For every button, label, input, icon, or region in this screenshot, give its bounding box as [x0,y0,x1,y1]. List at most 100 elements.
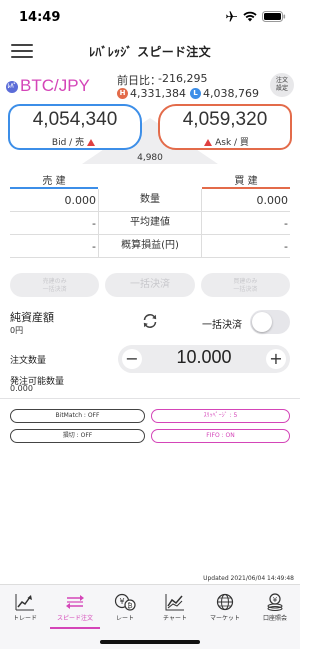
tab-account-label: 口座照会 [262,615,287,622]
refresh-icon[interactable] [141,312,159,330]
trend-chart-icon [15,594,34,611]
tab-speed-order[interactable]: スピード注文 [50,585,100,629]
row-label-average-price: 平均建値 [98,212,202,234]
buy-only-settle-button[interactable]: 買建のみ 一括決済 [200,273,290,297]
sell-position-header: 売 建 [10,172,98,189]
up-arrow-icon [87,139,96,146]
buy-estimated-pl: - [284,239,288,253]
bottom-tab-bar: トレード スピード注文 ¥ ₿ レート チャート マーケット ¥ 口座照会 [0,584,300,649]
home-indicator [100,640,200,644]
table-row: - 平均建値 - [10,212,290,235]
quantity-stepper: − 10.000 + [118,345,290,373]
status-icons [225,10,286,22]
buy-quantity: 0.000 [256,193,289,207]
bid-sell-button[interactable]: 4,054,340 Bid / 売 [8,104,142,150]
row-label-estimated-pl: 概算損益(円) [98,235,202,257]
speed-order-icon [66,595,84,609]
tab-chart[interactable]: チャート [150,585,200,629]
bulk-settle-row: 売建のみ 一括決済 一括決済 買建のみ 一括決済 [10,273,290,297]
ask-price: 4,059,320 [182,109,268,130]
currency-pair[interactable]: BTC/JPY [20,76,90,96]
sell-only-settle-button[interactable]: 売建のみ 一括決済 [10,273,100,297]
leverage-badge: ﾚﾊﾞ [6,81,18,93]
order-settings-button[interactable]: 注文 設定 [270,73,294,97]
header: ﾚﾊﾞﾚｯｼﾞ スピード注文 [0,34,300,68]
order-settings-label-2: 設定 [275,85,288,92]
bitmatch-setting-button[interactable]: BitMatch : OFF [10,409,145,423]
sell-estimated-pl: - [92,239,96,253]
buy-only-settle-line2: 一括決済 [233,286,258,293]
high-low: H 4,331,384 L 4,038,769 [117,87,259,100]
bulk-settle-toggle[interactable] [250,310,290,334]
tab-rate[interactable]: ¥ ₿ レート [100,585,150,629]
account-coins-icon: ¥ [267,593,283,611]
price-panel: 4,054,340 Bid / 売 4,059,320 Ask / 買 4,98… [0,100,300,166]
prev-day-value: -216,295 [158,72,208,85]
positions-header: 売 建 買 建 [10,172,290,189]
net-assets-label: 純資産額 [10,311,54,324]
battery-icon [262,10,286,22]
bid-label: Bid / 売 [51,138,85,148]
table-row: 0.000 数量 0.000 [10,189,290,212]
bid-price: 4,054,340 [32,109,118,130]
currency-rate-icon: ¥ ₿ [114,593,136,611]
tab-speed-order-label: スピード注文 [56,615,93,622]
settle-all-button[interactable]: 一括決済 [105,273,195,297]
available-quantity-value: 0.000 [10,384,33,393]
high-value: 4,331,384 [130,87,186,100]
order-settings-label-1: 注文 [275,77,288,84]
slippage-setting-button[interactable]: ｽﾘｯﾍﾟｰｼﾞ : 5 [151,409,290,423]
ask-buy-button[interactable]: 4,059,320 Ask / 買 [158,104,292,150]
pair-info: ﾚﾊﾞ BTC/JPY 前日比： -216,295 H 4,331,384 L … [0,68,300,104]
sell-average-price: - [92,216,96,230]
net-assets-row: 純資産額 0円 一括決済 [10,307,290,337]
airplane-icon [226,11,237,22]
buy-average-price: - [284,216,288,230]
order-quantity-row: 注文数量 − 10.000 + [10,345,290,375]
buy-only-settle-line1: 買建のみ [233,278,258,285]
tab-chart-label: チャート [163,615,187,622]
tab-trade-label: トレード [12,615,37,622]
spread-value: 4,980 [137,153,163,163]
prev-day-label: 前日比： [117,74,161,87]
bid-label-wrap: Bid / 売 [10,135,140,148]
low-icon: L [189,88,201,99]
ask-label: Ask / 買 [215,138,249,148]
tab-market-label: マーケット [209,615,240,622]
svg-text:₿: ₿ [127,602,132,610]
low-value: 4,038,769 [202,87,259,100]
stop-loss-setting-button[interactable]: 損切 : OFF [10,429,145,443]
svg-text:¥: ¥ [273,596,278,604]
table-row: - 概算損益(円) - [10,235,290,258]
status-bar: 14:49 [0,0,300,34]
high-icon: H [117,88,128,99]
fifo-setting-button[interactable]: FIFO : ON [151,429,290,443]
tab-market[interactable]: マーケット [200,585,250,629]
toggle-knob [252,312,272,332]
bulk-settle-toggle-label: 一括決済 [202,320,242,331]
quantity-input[interactable]: 10.000 [146,347,262,368]
divider [0,398,300,399]
tab-trade[interactable]: トレード [0,585,50,629]
row-label-quantity: 数量 [98,189,202,211]
ask-label-wrap: Ask / 買 [160,135,290,148]
sell-quantity: 0.000 [64,193,97,207]
page-title: ﾚﾊﾞﾚｯｼﾞ スピード注文 [89,45,211,59]
positions-table: 売 建 買 建 0.000 数量 0.000 - 平均建値 - - 概算損益(円… [10,172,290,258]
updated-timestamp: Updated 2021/06/04 14:49:48 [203,575,294,582]
svg-text:¥: ¥ [119,597,124,606]
wifi-icon [243,11,257,21]
sell-only-settle-line1: 売建のみ [42,278,67,285]
net-assets-value: 0円 [10,326,24,335]
tab-account[interactable]: ¥ 口座照会 [250,585,300,629]
sell-only-settle-line2: 一括決済 [42,286,67,293]
decrease-quantity-button[interactable]: − [122,349,142,369]
order-quantity-label: 注文数量 [10,356,47,366]
up-arrow-icon [204,139,213,146]
tab-rate-label: レート [115,615,134,622]
increase-quantity-button[interactable]: + [266,349,286,369]
buy-position-header: 買 建 [202,172,290,189]
globe-icon [216,593,234,611]
status-time: 14:49 [19,10,61,25]
line-chart-icon [165,594,184,611]
